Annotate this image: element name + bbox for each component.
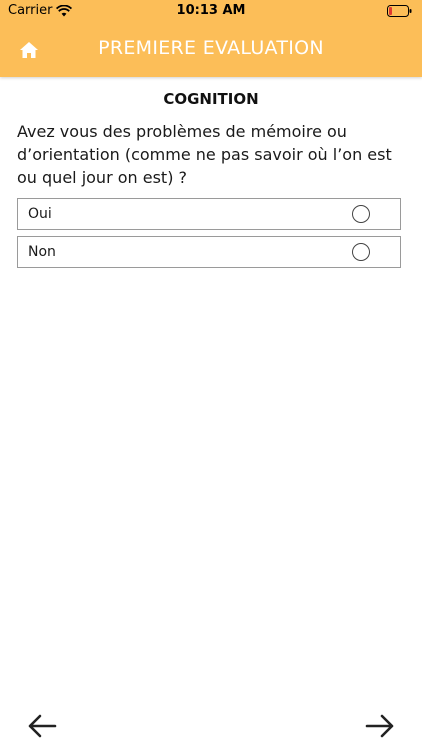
radio-button[interactable] bbox=[352, 243, 370, 261]
clock: 10:13 AM bbox=[176, 3, 246, 18]
option-label: Oui bbox=[28, 206, 52, 222]
header: Carrier 10:13 AM PREMIERE EVALUATION bbox=[0, 0, 422, 77]
section-title: COGNITION bbox=[163, 90, 259, 108]
nav-bar: PREMIERE EVALUATION bbox=[0, 22, 422, 77]
next-button[interactable] bbox=[360, 706, 400, 746]
arrow-left-icon bbox=[28, 714, 57, 738]
radio-button[interactable] bbox=[352, 205, 370, 223]
status-bar: Carrier 10:13 AM bbox=[0, 0, 422, 22]
option-label: Non bbox=[28, 244, 56, 260]
page-title: PREMIERE EVALUATION bbox=[98, 37, 324, 59]
home-button[interactable] bbox=[14, 35, 44, 65]
back-button[interactable] bbox=[22, 706, 62, 746]
question-text: Avez vous des problèmes de mémoire ou d’… bbox=[17, 122, 392, 187]
battery-icon bbox=[387, 5, 412, 21]
screen: Carrier 10:13 AM PREMIERE EVALUATION COG… bbox=[0, 0, 422, 750]
option-non[interactable]: Non bbox=[17, 236, 401, 268]
arrow-right-icon bbox=[365, 714, 394, 738]
home-icon bbox=[20, 42, 38, 58]
option-oui[interactable]: Oui bbox=[17, 198, 401, 230]
